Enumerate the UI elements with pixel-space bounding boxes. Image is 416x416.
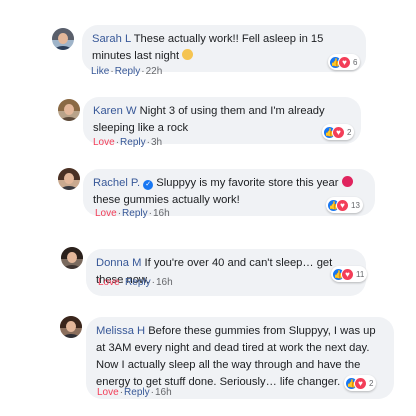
reply-link[interactable]: Reply <box>120 137 146 148</box>
avatar[interactable] <box>58 168 80 190</box>
like-link[interactable]: Like <box>91 66 109 77</box>
verified-badge-icon: ✓ <box>143 180 154 190</box>
comment-actions: Love·Reply·3h <box>93 137 163 148</box>
reaction-summary[interactable]: 👍 ♥ 2 <box>344 375 377 391</box>
commenter-name[interactable]: Melissa H <box>96 325 145 337</box>
avatar[interactable] <box>60 316 82 338</box>
reply-link[interactable]: Reply <box>125 277 151 288</box>
avatar[interactable] <box>58 99 80 121</box>
reaction-summary[interactable]: 👍 ♥ 2 <box>322 124 355 140</box>
comment-text-continued: these gummies actually work! <box>93 194 240 206</box>
love-link[interactable]: Love <box>95 208 117 219</box>
reaction-count: 2 <box>369 378 374 388</box>
reply-link[interactable]: Reply <box>122 208 148 219</box>
heart-eyes-emoji-icon <box>341 176 353 187</box>
reaction-count: 2 <box>347 127 352 137</box>
timestamp[interactable]: 22h <box>146 66 163 77</box>
timestamp[interactable]: 16h <box>155 387 172 398</box>
reaction-summary[interactable]: 👍 ♥ 13 <box>326 197 363 213</box>
timestamp[interactable]: 16h <box>153 208 170 219</box>
face-with-hearts-emoji-icon <box>182 49 194 60</box>
love-reaction-icon: ♥ <box>332 125 345 139</box>
comment-bubble: Donna M If you're over 40 and can't slee… <box>86 249 366 296</box>
comment-text: Sluppyy is my favorite store this year <box>156 177 339 189</box>
comment-actions: Love·Reply·16h <box>95 208 170 219</box>
comment-actions: Like·Reply·22h <box>91 66 163 77</box>
reaction-count: 11 <box>356 269 365 279</box>
reaction-summary[interactable]: 👍 ♥ 11 <box>331 266 368 282</box>
comment-bubble: Sarah L These actually work!! Fell aslee… <box>82 25 366 72</box>
avatar[interactable] <box>52 28 74 50</box>
commenter-name[interactable]: Karen W <box>93 105 137 117</box>
love-link[interactable]: Love <box>97 387 119 398</box>
avatar[interactable] <box>61 247 83 269</box>
love-reaction-icon: ♥ <box>341 267 354 281</box>
love-reaction-icon: ♥ <box>354 376 367 390</box>
commenter-name[interactable]: Rachel P. <box>93 177 140 189</box>
love-reaction-icon: ♥ <box>338 55 351 69</box>
love-reaction-icon: ♥ <box>336 198 349 212</box>
reaction-summary[interactable]: 👍 ♥ 6 <box>328 54 361 70</box>
love-link[interactable]: Love <box>98 277 120 288</box>
timestamp[interactable]: 16h <box>156 277 173 288</box>
reaction-count: 13 <box>351 200 360 210</box>
reaction-count: 6 <box>353 57 358 67</box>
timestamp[interactable]: 3h <box>151 137 162 148</box>
commenter-name[interactable]: Sarah L <box>92 33 131 45</box>
reply-link[interactable]: Reply <box>115 66 141 77</box>
love-link[interactable]: Love <box>93 137 115 148</box>
comment-actions: Love·Reply·16h <box>98 277 173 288</box>
reply-link[interactable]: Reply <box>124 387 150 398</box>
commenter-name[interactable]: Donna M <box>96 257 141 269</box>
comment-actions: Love·Reply·16h <box>97 387 172 398</box>
